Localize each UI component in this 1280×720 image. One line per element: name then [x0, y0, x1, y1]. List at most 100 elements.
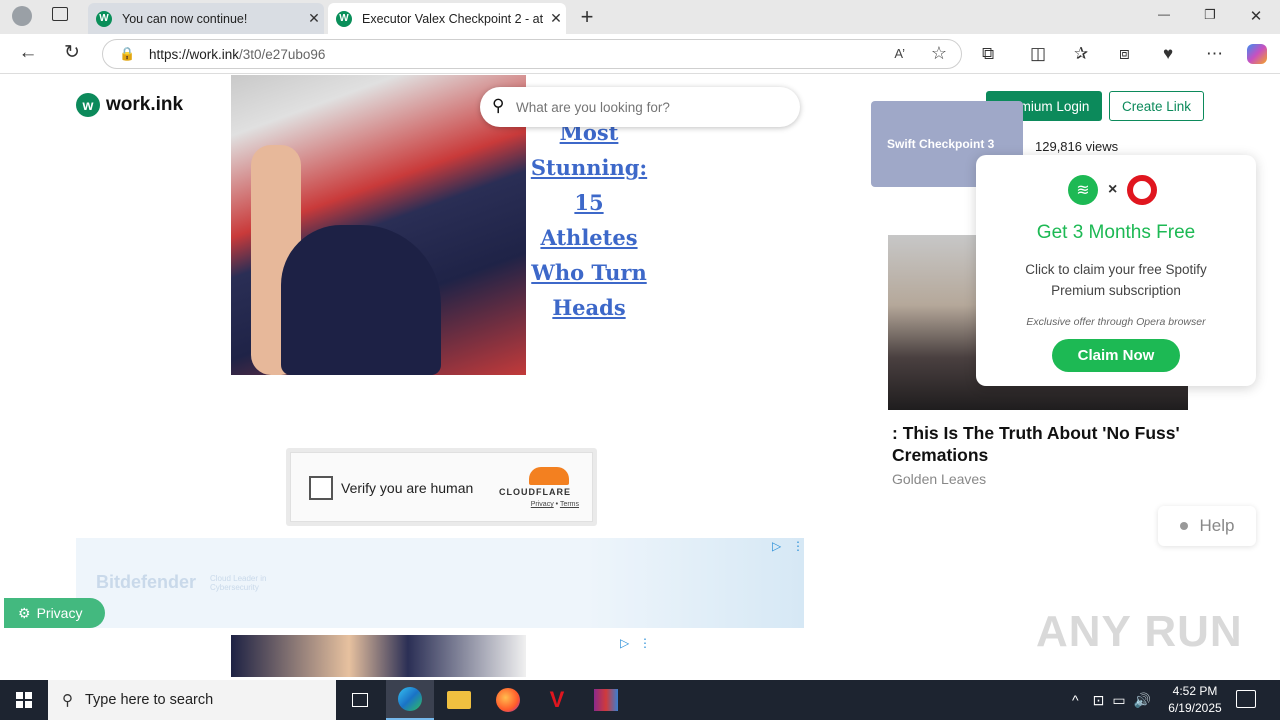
browser-tab-bar: W You can now continue! ✕ W Executor Val… — [0, 0, 1280, 34]
help-label: Help — [1199, 516, 1235, 535]
athlete-ad-headline[interactable]: Most Stunning: 15 Athletes Who Turn Head… — [526, 115, 652, 325]
captcha-links: Privacy • Terms — [499, 501, 579, 508]
clock-time: 4:52 PM — [1172, 684, 1218, 698]
read-aloud-icon[interactable]: A’ — [894, 46, 905, 61]
taskbar-search[interactable]: ⚲ Type here to search — [48, 680, 336, 720]
tab-close-icon[interactable]: ✕ — [304, 10, 324, 27]
address-bar[interactable]: 🔒 https://work.ink/3t0/e27ubo96 A’ ☆ — [102, 39, 962, 69]
tab-you-can-now-continue[interactable]: W You can now continue! ✕ — [88, 3, 324, 34]
extensions-icon[interactable]: ⧉ — [982, 44, 994, 64]
url-text: https://work.ink/3t0/e27ubo96 — [149, 47, 326, 62]
news-ad-source: Golden Leaves — [892, 471, 987, 487]
site-header: w work.ink ⚲ Premium Login Create Link — [4, 75, 1276, 137]
adchoices-icon[interactable]: ▷ — [772, 539, 781, 553]
help-status-icon — [1179, 522, 1188, 530]
minimize-icon[interactable]: — — [1154, 7, 1174, 21]
taskbar-search-text: Type here to search — [85, 692, 214, 708]
worksite-logo-icon: w — [76, 93, 100, 117]
promo-description: Click to claim your free Spotify Premium… — [1025, 262, 1207, 298]
search-icon: ⚲ — [492, 96, 505, 115]
spotify-icon: ≋ — [1068, 175, 1098, 205]
verify-checkbox[interactable] — [309, 476, 333, 500]
cloudflare-captcha: Verify you are human CLOUDFLARE Privacy … — [286, 448, 597, 526]
taskbar-edge[interactable] — [386, 680, 434, 720]
tab-executor-valex[interactable]: W Executor Valex Checkpoint 2 - at w ✕ — [328, 3, 566, 34]
cloudflare-logo: CLOUDFLARE Privacy • Terms — [499, 467, 579, 508]
task-view-button[interactable] — [336, 680, 384, 720]
ad-menu-icon[interactable]: ⋮ — [639, 636, 651, 650]
banner-brand: Bitdefender — [96, 572, 197, 592]
spotify-opera-promo: ≋ × Get 3 Months Free Click to claim you… — [976, 155, 1256, 386]
privacy-label: Privacy — [36, 605, 83, 621]
meet-now-icon[interactable]: ⊡ — [1093, 692, 1105, 709]
profile-icon[interactable] — [12, 6, 32, 26]
more-menu-icon[interactable]: ⋯ — [1206, 44, 1223, 64]
promo-fine-print: Exclusive offer through Opera browser — [1026, 316, 1206, 328]
network-icon[interactable]: ▭ — [1112, 692, 1125, 709]
cloudflare-wordmark: CLOUDFLARE — [499, 487, 571, 497]
close-window-icon[interactable]: ✕ — [1246, 7, 1266, 25]
claim-now-button[interactable]: Claim Now — [1052, 339, 1180, 372]
promo-headline: Get 3 Months Free — [1036, 222, 1196, 243]
anyrun-watermark: ANY RUN — [1036, 607, 1243, 656]
taskbar-clock[interactable]: 4:52 PM 6/19/2025 — [1160, 683, 1230, 717]
winrar-icon — [594, 689, 618, 711]
back-icon[interactable]: ← — [16, 42, 40, 64]
collections-icon[interactable]: ⧈ — [1119, 44, 1130, 64]
taskbar-firefox[interactable] — [484, 680, 532, 720]
athlete-ad-image-2[interactable] — [231, 635, 526, 677]
worksite-favicon-icon: W — [96, 10, 112, 27]
windows-logo-icon — [16, 692, 32, 708]
help-button[interactable]: Help — [1158, 506, 1256, 546]
site-search[interactable]: ⚲ — [480, 87, 800, 127]
tab-actions-icon[interactable] — [52, 7, 68, 21]
folder-icon — [447, 691, 471, 709]
site-name: work.ink — [106, 94, 184, 115]
verify-label: Verify you are human — [341, 480, 474, 496]
captcha-privacy-link[interactable]: Privacy — [531, 501, 554, 508]
privacy-button[interactable]: ⚙ Privacy — [4, 598, 105, 628]
opera-icon — [1127, 175, 1158, 205]
adchoices-icon[interactable]: ▷ — [620, 636, 629, 650]
favorites-icon[interactable]: ✰ — [1074, 44, 1088, 64]
gear-icon: ⚙ — [18, 604, 31, 621]
ad-menu-icon[interactable]: ⋮ — [792, 539, 804, 553]
search-input[interactable] — [516, 97, 786, 117]
notifications-icon[interactable] — [1236, 690, 1256, 708]
tab-title: You can now continue! — [122, 11, 248, 26]
page-viewport: Most Stunning: 15 Athletes Who Turn Head… — [4, 75, 1276, 677]
favorite-star-icon[interactable]: ☆ — [931, 43, 947, 64]
browser-toolbar: ← ↻ 🔒 https://work.ink/3t0/e27ubo96 A’ ☆… — [0, 34, 1280, 74]
banner-tagline: Cloud Leader in Cybersecurity — [210, 574, 267, 592]
show-hidden-icons-icon[interactable]: ^ — [1072, 692, 1079, 708]
search-icon: ⚲ — [62, 692, 73, 709]
task-view-icon — [352, 693, 368, 707]
split-screen-icon[interactable]: ◫ — [1030, 44, 1046, 64]
tab-close-icon[interactable]: ✕ — [546, 10, 566, 27]
clock-date: 6/19/2025 — [1168, 701, 1222, 715]
related-link-title: Swift Checkpoint 3 — [887, 137, 995, 151]
view-count: 129,816 views — [1035, 139, 1119, 154]
site-logo[interactable]: w work.ink — [76, 93, 183, 117]
taskbar-file-explorer[interactable] — [435, 680, 483, 720]
start-button[interactable] — [0, 680, 48, 720]
cloudflare-cloud-icon — [529, 467, 569, 485]
taskbar-vivaldi[interactable]: V — [533, 680, 581, 720]
reload-icon[interactable]: ↻ — [60, 41, 84, 64]
bitdefender-banner-ad[interactable]: Bitdefender Cloud Leader in Cybersecurit… — [76, 538, 804, 628]
volume-icon[interactable]: 🔊 — [1134, 692, 1151, 709]
firefox-icon — [496, 688, 520, 712]
performance-icon[interactable]: ♥ — [1163, 44, 1173, 64]
copilot-icon[interactable] — [1247, 44, 1267, 64]
lock-icon[interactable]: 🔒 — [119, 46, 135, 62]
news-ad-title[interactable]: : This Is The Truth About 'No Fuss' Crem… — [892, 422, 1212, 466]
captcha-terms-link[interactable]: Terms — [560, 501, 579, 508]
edge-icon — [398, 687, 422, 711]
worksite-favicon-icon: W — [336, 10, 352, 27]
taskbar-winrar[interactable] — [582, 680, 630, 720]
restore-icon[interactable]: ❐ — [1200, 7, 1220, 23]
new-tab-icon[interactable]: + — [576, 4, 598, 30]
create-link-button[interactable]: Create Link — [1109, 91, 1204, 121]
times-icon: × — [1108, 181, 1118, 198]
captcha-separator: • — [555, 501, 559, 508]
